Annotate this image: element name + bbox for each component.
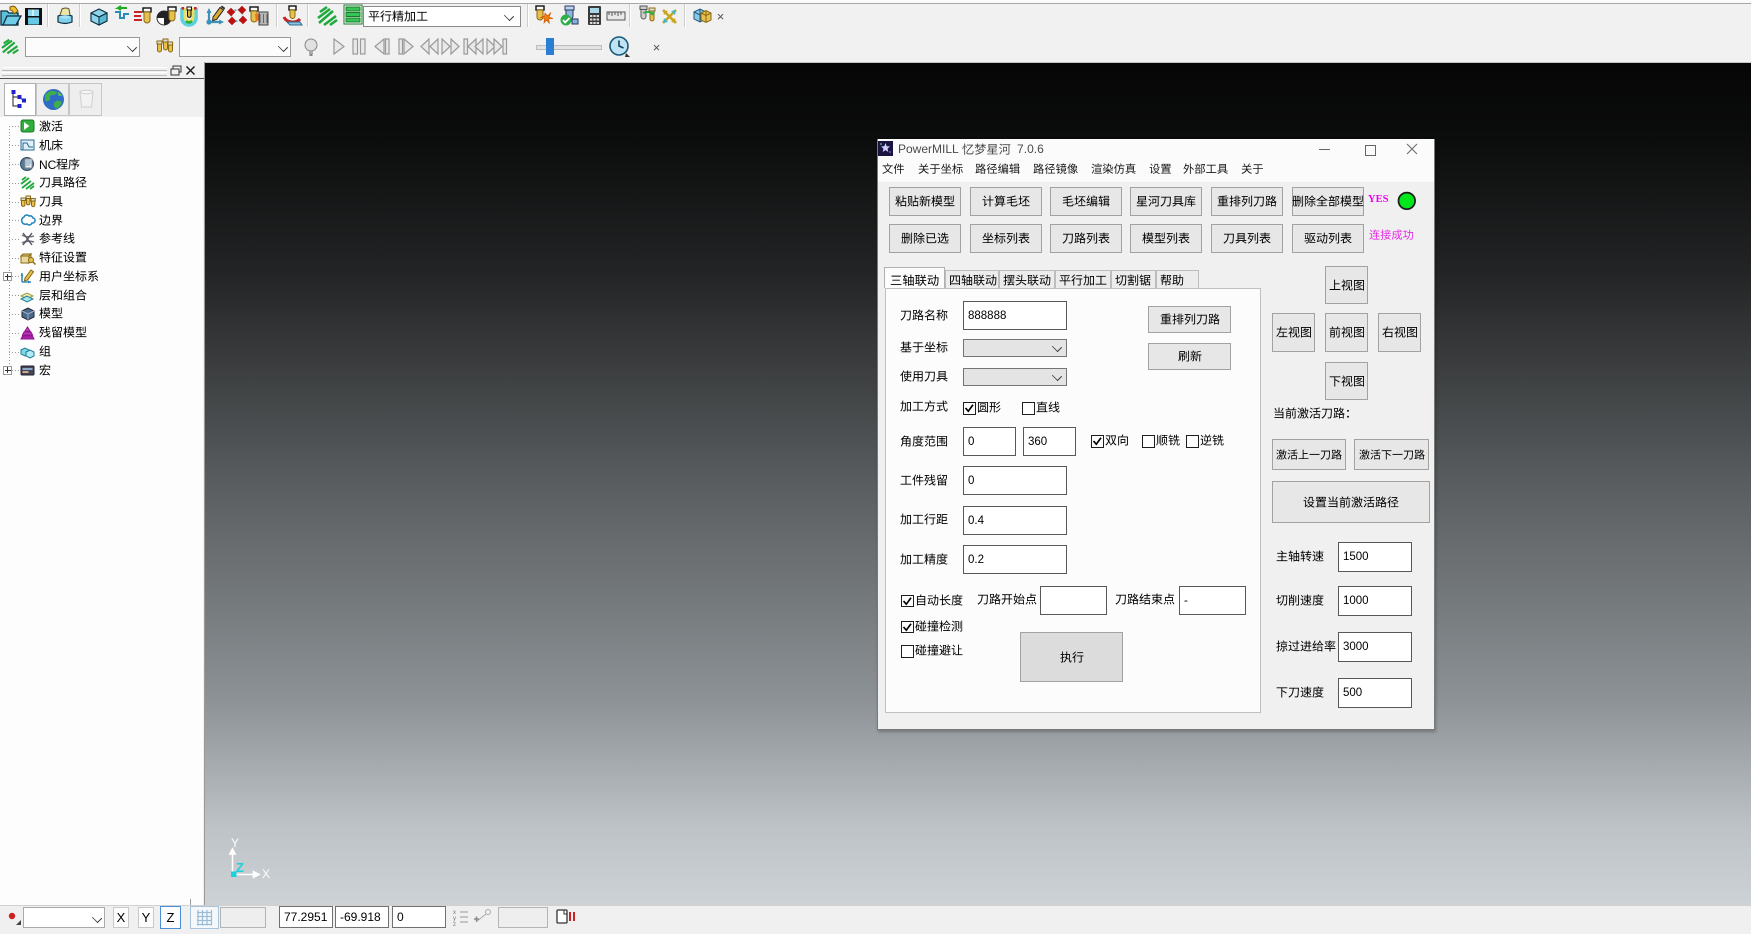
svg-text:Y: Y xyxy=(231,836,239,850)
svg-text:X: X xyxy=(262,867,270,881)
svg-text:Z: Z xyxy=(236,860,244,875)
svg-text:z: z xyxy=(453,922,456,926)
